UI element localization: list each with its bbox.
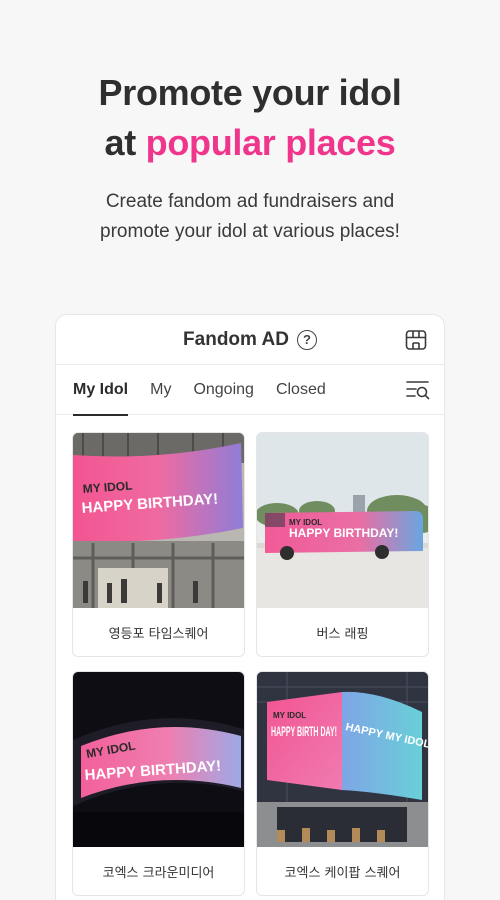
ad-label: 코엑스 케이팝 스퀘어 [284,866,401,881]
hero-title-prefix: at [104,122,146,163]
ad-tile-bus-wrapping[interactable]: MY IDOL HAPPY BIRTHDAY! 버스 래핑 [256,432,429,657]
ad-label: 코엑스 크라운미디어 [102,866,215,881]
card-title: Fandom AD [183,328,289,350]
tab-bar: My Idol My Ongoing Closed [56,365,444,416]
tab-closed[interactable]: Closed [276,365,326,415]
ad-tile-times-square[interactable]: MY IDOL HAPPY BIRTHDAY! 영등포 타임스퀘어 [72,432,245,657]
ad-label: 영등포 타임스퀘어 [108,627,209,642]
ad-image-coex-crown-media: MY IDOL HAPPY BIRTHDAY! [73,672,244,847]
hero-title-line1: Promote your idol [98,72,402,113]
ad-tile-coex-kpop-square[interactable]: MY IDOL HAPPY BIRTH DAY! HAPPY MY IDOL D… [256,671,429,896]
ad-image-bus-wrapping: MY IDOL HAPPY BIRTHDAY! [257,433,428,608]
ad-label: 버스 래핑 [316,627,369,642]
hero-title: Promote your idol at popular places [0,68,500,168]
filter-search-icon[interactable] [406,379,430,401]
hero-subtitle-line1: Create fandom ad fundraisers and [105,191,395,212]
storefront-icon[interactable] [404,328,428,352]
ad-text-2b: HAPPY BIRTHDAY! [289,526,398,540]
ad-image-times-square: MY IDOL HAPPY BIRTHDAY! [73,433,244,608]
ad-text-4b: HAPPY BIRTH DAY! [271,723,337,739]
ad-image-coex-kpop-square: MY IDOL HAPPY BIRTH DAY! HAPPY MY IDOL D… [257,672,428,847]
fandom-ad-card: Fandom AD ? My Idol My Ongoing Closed MY… [55,314,445,900]
ad-tile-coex-crown-media[interactable]: MY IDOL HAPPY BIRTHDAY! 코엑스 크라운미디어 [72,671,245,896]
hero-title-line2: at popular places [0,118,500,168]
hero-subtitle-line2: promote your idol at various places! [100,221,400,242]
hero-title-accent: popular places [145,122,396,163]
card-header: Fandom AD ? [56,315,444,365]
ad-text-4a: MY IDOL [273,711,306,720]
hero-subtitle: Create fandom ad fundraisers and promote… [0,187,500,247]
tab-ongoing[interactable]: Ongoing [193,365,254,415]
question-circle-icon[interactable]: ? [296,329,317,350]
tab-my-idol[interactable]: My Idol [73,365,129,416]
tab-my[interactable]: My [150,365,171,415]
